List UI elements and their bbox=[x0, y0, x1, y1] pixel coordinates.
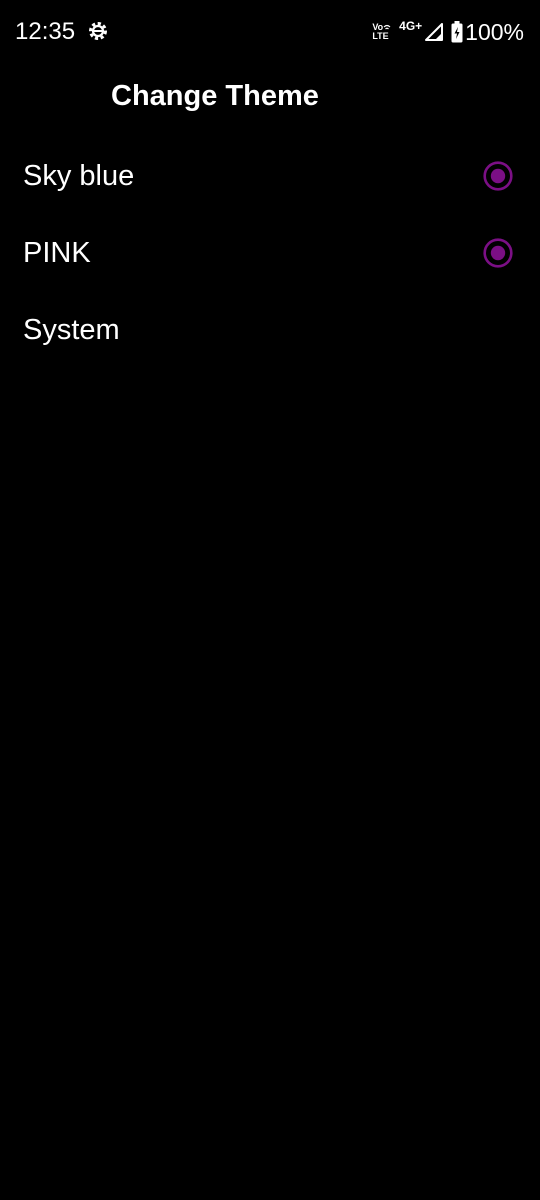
radio-selected-icon[interactable] bbox=[483, 161, 513, 191]
theme-option-label: PINK bbox=[23, 237, 91, 269]
theme-option-system[interactable]: System bbox=[0, 292, 540, 369]
network-type: 4G+ bbox=[399, 19, 423, 33]
theme-option-sky-blue[interactable]: Sky blue bbox=[0, 138, 540, 215]
theme-option-label: Sky blue bbox=[23, 160, 135, 192]
volte-lte-text: LTE bbox=[372, 31, 389, 41]
battery-charging-icon bbox=[451, 21, 463, 43]
volte-icon: Vo LTE bbox=[372, 23, 391, 41]
battery-percentage: 100% bbox=[465, 19, 524, 45]
gear-icon bbox=[89, 22, 107, 40]
radio-selected-icon[interactable] bbox=[483, 238, 513, 268]
status-indicators: Vo LTE 4G+ 100% bbox=[372, 17, 524, 47]
signal-icon bbox=[425, 23, 444, 41]
theme-option-label: System bbox=[23, 314, 120, 346]
theme-option-pink[interactable]: PINK bbox=[0, 215, 540, 292]
theme-options-list: Sky blue PINK System bbox=[0, 138, 540, 369]
status-bar: 12:35 Vo LTE 4G+ 100% bbox=[0, 0, 540, 62]
status-time: 12:35 bbox=[15, 18, 76, 45]
page-title: Change Theme bbox=[111, 80, 319, 112]
